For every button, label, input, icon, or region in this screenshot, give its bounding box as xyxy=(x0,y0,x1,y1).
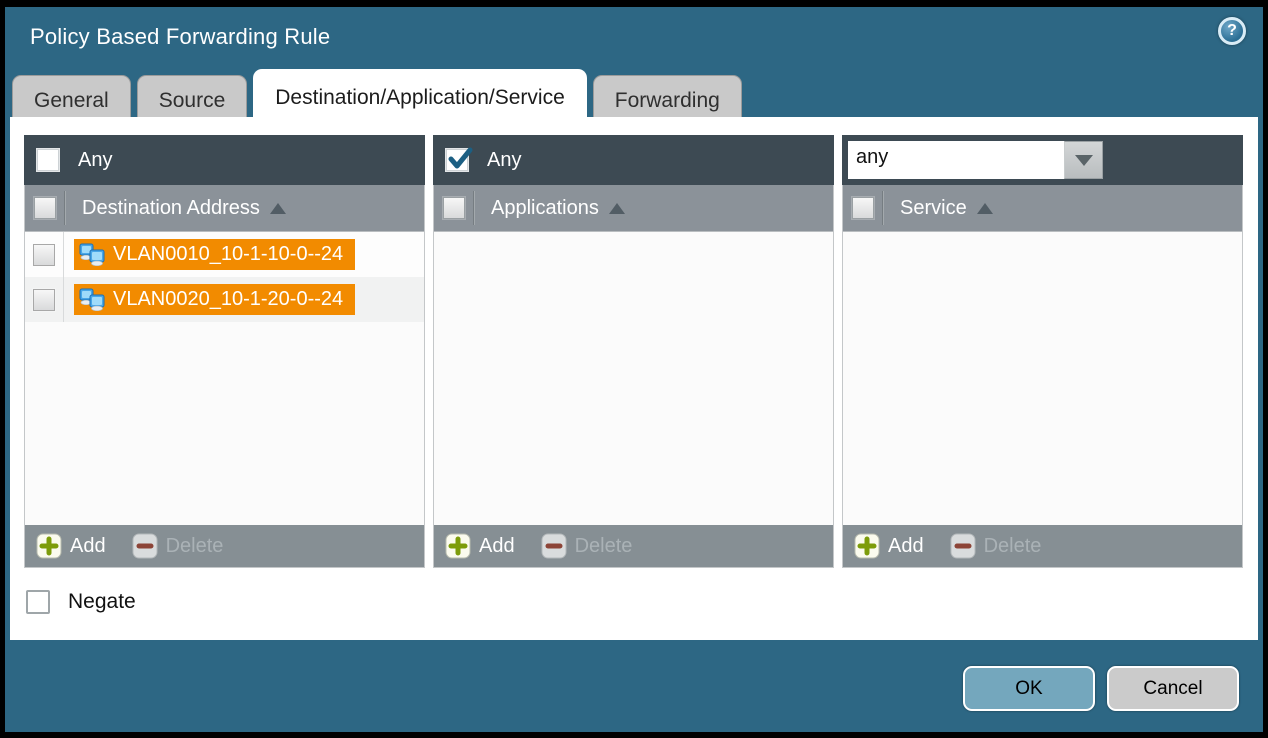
plus-icon xyxy=(36,533,62,559)
delete-label: Delete xyxy=(166,535,224,558)
row-checkbox[interactable] xyxy=(33,244,55,266)
destination-toolbar: Add Delete xyxy=(25,525,424,567)
tab-destination-application-service[interactable]: Destination/Application/Service xyxy=(253,69,587,125)
add-label: Add xyxy=(70,535,106,558)
tab-content: Any Destination Address xyxy=(10,117,1258,640)
applications-toolbar: Add Delete xyxy=(434,525,833,567)
negate-checkbox[interactable] xyxy=(26,590,50,614)
dialog-title: Policy Based Forwarding Rule xyxy=(30,24,330,50)
service-list xyxy=(843,232,1242,525)
add-label: Add xyxy=(479,535,515,558)
delete-button[interactable]: Delete xyxy=(132,533,224,559)
delete-button[interactable]: Delete xyxy=(950,533,1042,559)
address-object-chip[interactable]: VLAN0020_10-1-20-0--24 xyxy=(74,284,355,315)
header-divider xyxy=(473,191,475,225)
applications-select-all-checkbox[interactable] xyxy=(443,197,465,219)
destination-column-header[interactable]: Destination Address xyxy=(25,185,424,232)
service-select-all-checkbox[interactable] xyxy=(852,197,874,219)
plus-icon xyxy=(445,533,471,559)
service-column-header[interactable]: Service xyxy=(843,185,1242,232)
row-checkbox-cell xyxy=(25,277,64,322)
negate-option: Negate xyxy=(26,590,136,614)
help-icon[interactable]: ? xyxy=(1218,17,1246,45)
delete-button[interactable]: Delete xyxy=(541,533,633,559)
network-icon xyxy=(79,288,106,311)
service-panel: any Service xyxy=(842,135,1243,568)
address-object-chip[interactable]: VLAN0010_10-1-10-0--24 xyxy=(74,239,355,270)
applications-column-header[interactable]: Applications xyxy=(434,185,833,232)
policy-based-forwarding-dialog: Policy Based Forwarding Rule ? General S… xyxy=(5,7,1263,732)
applications-any-label: Any xyxy=(487,149,521,172)
destination-any-checkbox[interactable] xyxy=(36,148,60,172)
sort-ascending-icon xyxy=(609,203,625,214)
header-divider xyxy=(64,191,66,225)
address-object-label: VLAN0010_10-1-10-0--24 xyxy=(113,243,343,266)
negate-label: Negate xyxy=(68,590,136,614)
service-header-label: Service xyxy=(900,197,967,220)
destination-address-list: VLAN0010_10-1-10-0--24 xyxy=(25,232,424,525)
minus-icon xyxy=(132,533,158,559)
destination-address-panel: Any Destination Address xyxy=(24,135,425,568)
table-row[interactable]: VLAN0010_10-1-10-0--24 xyxy=(25,232,424,277)
destination-any-label: Any xyxy=(78,149,112,172)
applications-header-label: Applications xyxy=(491,197,599,220)
applications-any-bar: Any xyxy=(433,135,834,185)
dialog-titlebar: Policy Based Forwarding Rule ? xyxy=(5,7,1263,68)
delete-label: Delete xyxy=(575,535,633,558)
sort-ascending-icon xyxy=(270,203,286,214)
add-button[interactable]: Add xyxy=(445,533,515,559)
row-checkbox[interactable] xyxy=(33,289,55,311)
ok-button[interactable]: OK xyxy=(963,666,1095,711)
panels-row: Any Destination Address xyxy=(24,135,1243,568)
applications-panel: Any Applications Add xyxy=(433,135,834,568)
dialog-action-buttons: OK Cancel xyxy=(963,666,1239,711)
applications-any-checkbox[interactable] xyxy=(445,148,469,172)
add-button[interactable]: Add xyxy=(36,533,106,559)
add-label: Add xyxy=(888,535,924,558)
destination-header-label: Destination Address xyxy=(82,197,260,220)
add-button[interactable]: Add xyxy=(854,533,924,559)
row-checkbox-cell xyxy=(25,232,64,277)
dropdown-button[interactable] xyxy=(1064,141,1103,179)
table-row[interactable]: VLAN0020_10-1-20-0--24 xyxy=(25,277,424,322)
address-object-label: VLAN0020_10-1-20-0--24 xyxy=(113,288,343,311)
network-icon xyxy=(79,243,106,266)
service-dropdown-bar: any xyxy=(842,135,1243,185)
minus-icon xyxy=(950,533,976,559)
minus-icon xyxy=(541,533,567,559)
service-mode-value[interactable]: any xyxy=(848,141,1064,179)
check-icon xyxy=(447,146,473,172)
chevron-down-icon xyxy=(1075,155,1093,166)
header-divider xyxy=(882,191,884,225)
sort-ascending-icon xyxy=(977,203,993,214)
destination-select-all-checkbox[interactable] xyxy=(34,197,56,219)
destination-any-bar: Any xyxy=(24,135,425,185)
service-toolbar: Add Delete xyxy=(843,525,1242,567)
service-mode-dropdown[interactable]: any xyxy=(848,141,1103,179)
cancel-button[interactable]: Cancel xyxy=(1107,666,1239,711)
applications-list xyxy=(434,232,833,525)
plus-icon xyxy=(854,533,880,559)
delete-label: Delete xyxy=(984,535,1042,558)
